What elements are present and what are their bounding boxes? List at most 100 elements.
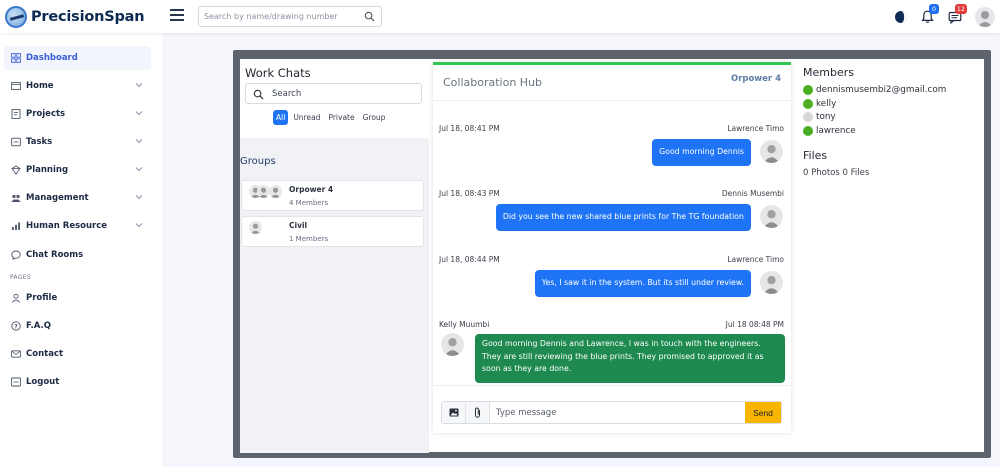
- avatar: [760, 140, 783, 163]
- online-status-icon: [803, 85, 813, 95]
- message-time: Jul 18 08:48 PM: [725, 320, 784, 329]
- message-sender: Kelly Muumbi: [439, 320, 490, 329]
- filter-group[interactable]: Group: [360, 110, 389, 125]
- online-status-icon: [803, 99, 813, 109]
- sidebar-item-profile[interactable]: Profile: [4, 286, 151, 310]
- messages-badge: 12: [954, 4, 967, 14]
- sidebar-item-label: Projects: [26, 109, 66, 119]
- member-item: kelly: [803, 99, 836, 109]
- sidebar-item-label: Dashboard: [26, 53, 78, 63]
- chevron-down-icon: [135, 167, 143, 172]
- message-text: Good morning Dennis and Lawrence, I was …: [482, 339, 764, 373]
- message-input[interactable]: [496, 404, 742, 421]
- sidebar-item-tasks[interactable]: Tasks: [4, 130, 151, 154]
- sidebar-item-faq[interactable]: ? F.A.Q: [4, 314, 151, 338]
- attach-image-button[interactable]: [442, 402, 466, 423]
- sidebar-item-label: Tasks: [26, 137, 53, 147]
- online-status-icon: [803, 126, 813, 136]
- divider: [433, 100, 791, 101]
- sidebar-item-projects[interactable]: Projects: [4, 102, 151, 126]
- message-sender: Lawrence Timo: [727, 124, 784, 133]
- chevron-down-icon: [135, 111, 143, 116]
- sidebar-item-label: Human Resource: [26, 221, 108, 231]
- sidebar-item-label: Contact: [26, 349, 64, 359]
- group-name: Civil: [289, 221, 308, 230]
- menu-toggle-icon[interactable]: [170, 9, 184, 21]
- management-icon: [11, 193, 21, 203]
- brand-logo[interactable]: PrecisionSpan: [5, 6, 145, 28]
- dashboard-icon: [11, 53, 21, 63]
- sidebar-item-contact[interactable]: Contact: [4, 342, 151, 366]
- human-resource-icon: [11, 221, 21, 231]
- group-item-orpower-4[interactable]: Orpower 4 4 Members: [241, 180, 424, 211]
- member-name: dennismusembi2@gmail.com: [816, 85, 947, 95]
- group-members-count: 4 Members: [289, 199, 329, 207]
- hub-title: Collaboration Hub: [443, 76, 543, 89]
- filter-unread[interactable]: Unread: [290, 110, 323, 125]
- message-bubble: Good morning Dennis: [652, 139, 751, 166]
- global-search: [198, 6, 382, 27]
- files-title: Files: [803, 149, 828, 162]
- filter-all[interactable]: All: [273, 110, 289, 125]
- messages-button[interactable]: 12: [944, 4, 967, 28]
- chat-search: [245, 83, 422, 104]
- sidebar-item-label: Planning: [26, 165, 69, 175]
- group-name: Orpower 4: [289, 185, 334, 194]
- sidebar-item-chat-rooms[interactable]: Chat Rooms: [4, 243, 151, 267]
- message-text: Good morning Dennis: [659, 147, 744, 157]
- sidebar-item-label: Home: [26, 81, 54, 91]
- sidebar-item-home[interactable]: Home: [4, 74, 151, 98]
- sidebar-item-planning[interactable]: Planning: [4, 158, 151, 182]
- sidebar-item-label: Chat Rooms: [26, 250, 84, 260]
- chat-search-input[interactable]: [272, 86, 412, 101]
- sidebar-item-dashboard[interactable]: Dashboard: [4, 46, 151, 70]
- brand-name: PrecisionSpan: [31, 9, 145, 25]
- message-bubble: Did you see the new shared blue prints f…: [495, 204, 751, 231]
- divider: [433, 385, 791, 386]
- hub-group-name: Orpower 4: [730, 74, 781, 84]
- group-item-civil[interactable]: Civil 1 Members: [241, 216, 424, 247]
- attach-file-button[interactable]: [466, 402, 490, 423]
- sidebar-item-label: Management: [26, 193, 89, 203]
- member-name: tony: [816, 112, 836, 122]
- brand-logo-mark: [5, 6, 27, 28]
- filter-private[interactable]: Private: [325, 110, 357, 125]
- message-sender: Lawrence Timo: [727, 255, 784, 264]
- notifications-badge: 0: [929, 4, 939, 14]
- message-text: Yes, I saw it in the system. But its sti…: [541, 278, 744, 288]
- tasks-icon: [11, 137, 21, 147]
- logout-icon: [11, 377, 21, 387]
- work-chats-panel: Work Chats All Unread Private Group Grou…: [240, 60, 429, 453]
- sidebar: Dashboard Home Projects Tasks Planning M…: [0, 33, 162, 467]
- top-header: PrecisionSpan 0 12: [0, 0, 1000, 33]
- member-name: lawrence: [816, 126, 856, 136]
- sidebar-item-label: F.A.Q: [26, 321, 51, 331]
- message-time: Jul 18, 08:41 PM: [439, 124, 500, 133]
- offline-status-icon: [803, 112, 813, 122]
- chat-filters: All Unread Private Group: [273, 110, 390, 125]
- avatar: [441, 333, 464, 356]
- member-item: tony: [803, 112, 836, 122]
- message-sender: Dennis Musembi: [721, 189, 784, 198]
- avatar: [975, 7, 995, 27]
- sidebar-item-management[interactable]: Management: [4, 186, 151, 210]
- message-time: Jul 18, 08:44 PM: [439, 255, 500, 264]
- work-chats-header: Work Chats All Unread Private Group: [240, 60, 429, 138]
- search-icon: [253, 89, 264, 100]
- sidebar-item-label: Profile: [26, 293, 58, 303]
- global-search-input[interactable]: [199, 7, 349, 26]
- sidebar-item-logout[interactable]: Logout: [4, 370, 151, 394]
- notifications-button[interactable]: 0: [916, 4, 939, 28]
- chevron-down-icon: [135, 223, 143, 228]
- theme-toggle-icon[interactable]: [890, 6, 912, 28]
- image-icon: [449, 408, 458, 417]
- sidebar-item-human-resource[interactable]: Human Resource: [4, 214, 151, 238]
- svg-text:?: ?: [14, 323, 18, 330]
- members-title: Members: [803, 66, 854, 79]
- user-menu[interactable]: [974, 6, 996, 28]
- paperclip-icon: [475, 407, 480, 418]
- send-button[interactable]: Send: [745, 402, 781, 423]
- sidebar-section-pages: PAGES: [10, 274, 31, 281]
- message-bubble: Good morning Dennis and Lawrence, I was …: [475, 334, 785, 383]
- search-icon[interactable]: [364, 11, 375, 22]
